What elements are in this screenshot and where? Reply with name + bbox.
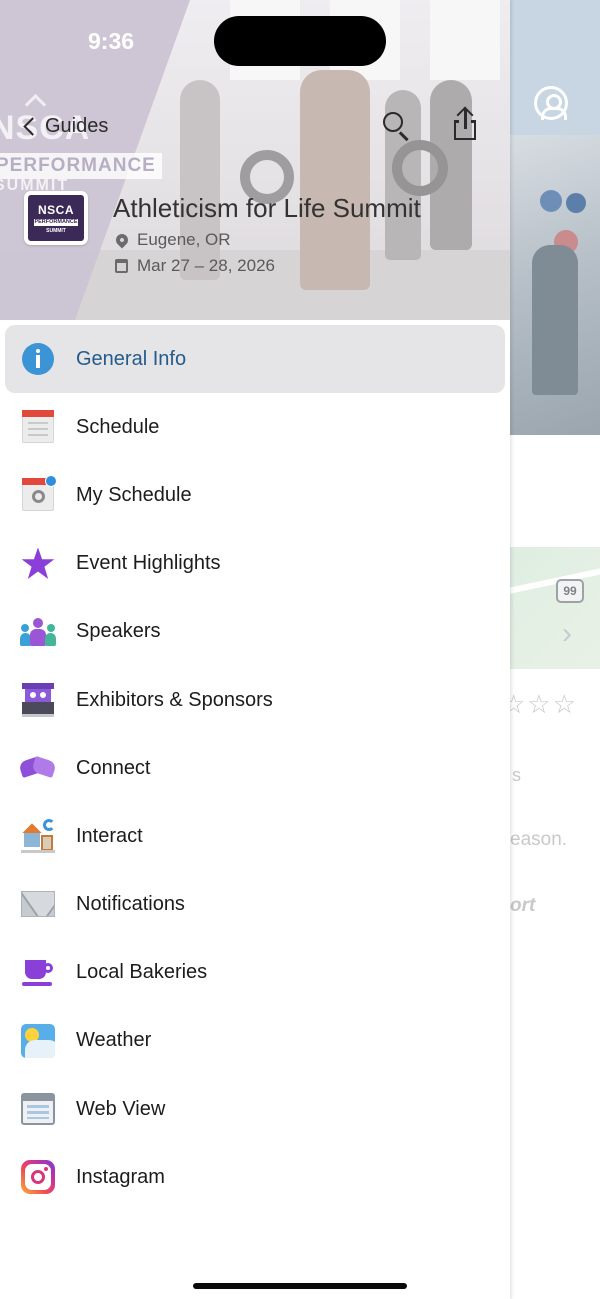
instagram-icon (20, 1159, 56, 1195)
event-dates: Mar 27 – 28, 2026 (113, 256, 275, 276)
menu-item-label: Schedule (76, 415, 160, 438)
location-text: Eugene, OR (137, 230, 231, 249)
menu-item-schedule[interactable]: Schedule (0, 393, 510, 461)
calendar-icon (20, 409, 56, 445)
menu-item-label: Interact (76, 824, 143, 847)
menu-item-event-highlights[interactable]: Event Highlights (0, 530, 510, 598)
menu-item-instagram[interactable]: Instagram (0, 1143, 510, 1211)
menu-item-label: General Info (76, 347, 187, 370)
handshake-icon (18, 750, 57, 786)
web-view-icon (20, 1091, 56, 1127)
search-button[interactable] (380, 110, 412, 142)
info-icon (20, 341, 56, 377)
cup-icon (20, 955, 56, 991)
back-button[interactable]: Guides (22, 110, 108, 142)
profile-icon[interactable] (534, 86, 568, 120)
menu-item-connect[interactable]: Connect (0, 734, 510, 802)
menu-item-interact[interactable]: Interact (0, 802, 510, 870)
envelope-icon (20, 887, 56, 923)
menu-item-local-bakeries[interactable]: Local Bakeries (0, 939, 510, 1007)
search-icon (383, 112, 403, 132)
chevron-left-icon (23, 116, 42, 136)
my-schedule-icon (20, 475, 57, 513)
back-label: Guides (45, 114, 109, 137)
chevron-right-icon: › (562, 617, 572, 650)
menu-item-label: Event Highlights (76, 552, 221, 575)
interact-icon (20, 818, 56, 854)
menu-item-label: Web View (76, 1097, 166, 1120)
share-button[interactable] (452, 106, 480, 142)
dynamic-island (214, 16, 386, 66)
star-icon (20, 546, 56, 582)
background-section (510, 435, 600, 547)
dates-text: Mar 27 – 28, 2026 (137, 256, 275, 275)
menu-item-notifications[interactable]: Notifications (0, 871, 510, 939)
event-location: Eugene, OR (113, 230, 231, 250)
menu-item-general-info[interactable]: General Info (5, 325, 505, 394)
menu-item-label: Speakers (76, 620, 161, 643)
rating-stars-icon: ☆☆☆ (510, 689, 578, 719)
event-logo: NSCA PERFORMANCE SUMMIT (24, 191, 88, 245)
menu-item-web-view[interactable]: Web View (0, 1075, 510, 1143)
background-map[interactable]: 99 › (510, 547, 600, 669)
menu-item-label: Exhibitors & Sponsors (76, 688, 273, 711)
event-title: Athleticism for Life Summit (113, 193, 421, 223)
background-hero-image (510, 135, 600, 435)
navigation-drawer: NSCA PERFORMANCE SUMMIT Guides NSCA PERF… (0, 0, 510, 1299)
background-content: ☆☆☆ s eason. ort (510, 669, 600, 1299)
menu-item-label: Instagram (76, 1165, 165, 1188)
home-indicator[interactable] (193, 1283, 407, 1289)
calendar-small-icon (115, 259, 128, 273)
background-text-2: eason. (510, 829, 568, 850)
drawer-menu: General Info Schedule My Schedule Event … (0, 325, 510, 1211)
menu-item-label: Local Bakeries (76, 961, 208, 984)
people-icon (20, 614, 56, 650)
background-text-1: s (512, 765, 521, 785)
menu-item-my-schedule[interactable]: My Schedule (0, 461, 510, 529)
menu-item-label: Weather (76, 1029, 152, 1052)
menu-item-weather[interactable]: Weather (0, 1007, 510, 1075)
weather-icon (20, 1023, 56, 1059)
background-header (510, 0, 600, 135)
menu-item-speakers[interactable]: Speakers (0, 598, 510, 666)
route-shield-icon: 99 (556, 579, 584, 603)
menu-item-label: My Schedule (76, 483, 192, 506)
background-text-3: ort (510, 895, 536, 916)
location-pin-icon (113, 231, 131, 249)
menu-item-exhibitors-sponsors[interactable]: Exhibitors & Sponsors (0, 666, 510, 734)
booth-icon (20, 682, 56, 718)
background-page: 99 › ☆☆☆ s eason. ort (510, 0, 600, 1299)
menu-item-label: Connect (76, 756, 151, 779)
menu-item-label: Notifications (76, 893, 185, 916)
status-bar-time: 9:36 (88, 28, 135, 54)
